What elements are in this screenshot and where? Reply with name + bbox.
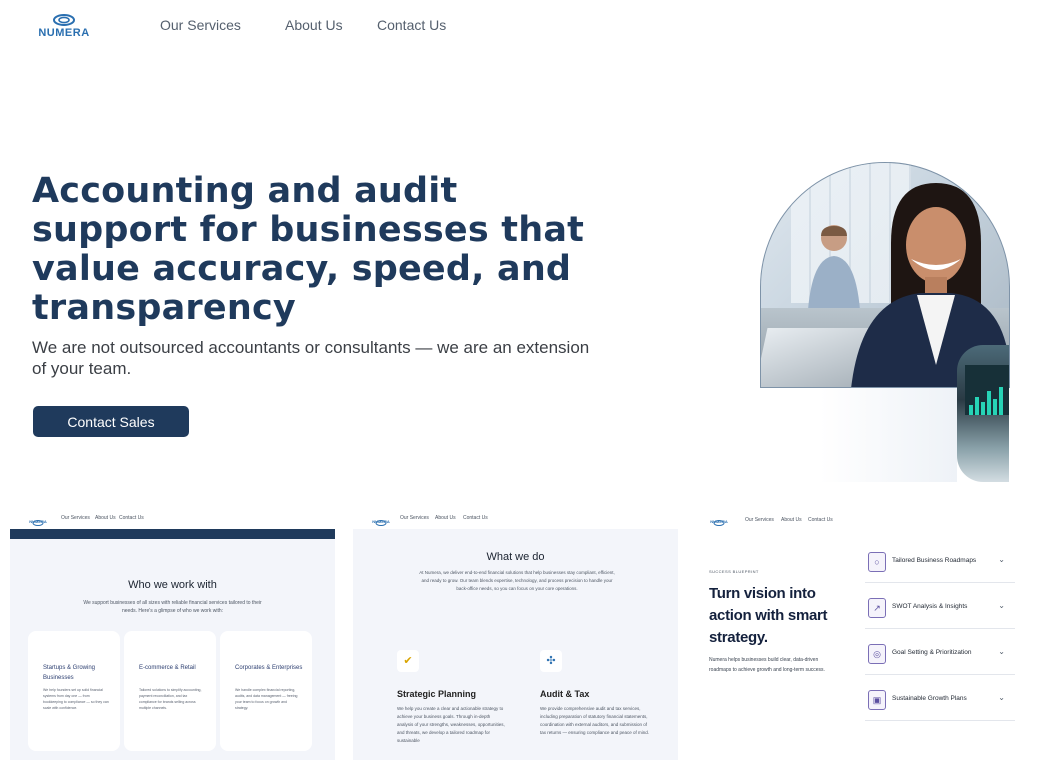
accordion-item[interactable]: ↗ SWOT Analysis & Insights ⌄ — [865, 589, 1015, 629]
preview-nav-link[interactable]: About Us — [95, 515, 116, 521]
top-nav: NUMERA Our Services About Us Contact Us — [0, 0, 1040, 55]
hero-dashboard-image — [957, 345, 1009, 482]
nav-about-us-link[interactable]: About Us — [285, 17, 343, 33]
page: NUMERA Our Services About Us Contact Us … — [0, 0, 1040, 768]
section-subtitle: Numera helps businesses build clear, dat… — [709, 657, 825, 673]
client-card-text: We handle complex financial reporting, a… — [235, 688, 298, 710]
preview-banner-strip — [10, 529, 335, 539]
preview-nav: NUMERA Our Services About Us Contact Us — [353, 505, 678, 529]
service-text: We provide comprehensive audit and tax s… — [540, 706, 650, 735]
preview-nav: NUMERA Our Services About Us Contact Us — [697, 505, 1022, 529]
nav-contact-us-link[interactable]: Contact Us — [377, 17, 446, 33]
preview-brand-name: NUMERA — [710, 519, 728, 524]
preview-nav-link[interactable]: Our Services — [400, 515, 429, 521]
preview-logo: NUMERA — [709, 513, 729, 526]
client-card-title: Corporates & Enterprises — [235, 665, 303, 671]
preview-what-we-do[interactable]: NUMERA Our Services About Us Contact Us … — [353, 505, 678, 760]
preview-brand-name: NUMERA — [372, 519, 390, 524]
hero-subtitle: We are not outsourced accountants or con… — [32, 338, 590, 378]
chevron-down-icon[interactable]: ⌄ — [998, 555, 1005, 564]
dashboard-bar — [999, 387, 1003, 415]
chart-icon: ↗ — [868, 598, 886, 618]
accordion-item-label: SWOT Analysis & Insights — [892, 603, 968, 610]
accordion-item[interactable]: ▣ Sustainable Growth Plans ⌄ — [865, 681, 1015, 721]
client-card[interactable]: E-commerce & Retail Tailored solutions t… — [124, 631, 216, 751]
section-title: Who we work with — [128, 579, 217, 591]
preview-nav-link[interactable]: Our Services — [745, 517, 774, 523]
dashboard-screen — [965, 365, 1009, 415]
chevron-down-icon[interactable]: ⌄ — [998, 693, 1005, 702]
preview-success-blueprint[interactable]: NUMERA Our Services About Us Contact Us … — [697, 505, 1022, 760]
preview-brand-name: NUMERA — [29, 519, 47, 524]
accordion-item[interactable]: ◎ Goal Setting & Prioritization ⌄ — [865, 635, 1015, 675]
preview-who-we-work-with[interactable]: NUMERA Our Services About Us Contact Us … — [10, 505, 335, 760]
client-card-title: Startups & Growing Businesses — [43, 665, 96, 681]
target-icon: ✔ — [397, 650, 419, 672]
accordion-item-label: Goal Setting & Prioritization — [892, 649, 972, 656]
section-title: Turn vision into action with smart strat… — [709, 585, 828, 646]
preview-nav-link[interactable]: Contact Us — [119, 515, 144, 521]
preview-nav-link[interactable]: Our Services — [61, 515, 90, 521]
hero-title: Accounting and audit support for busines… — [32, 171, 585, 328]
brand-logo[interactable]: NUMERA — [36, 14, 92, 40]
preview-nav-link[interactable]: Contact Us — [463, 515, 488, 521]
client-card[interactable]: Corporates & Enterprises We handle compl… — [220, 631, 312, 751]
dashboard-bar — [987, 391, 991, 415]
client-card-text: We help founders set up solid financial … — [43, 688, 109, 710]
accordion-item[interactable]: ○ Tailored Business Roadmaps ⌄ — [865, 543, 1015, 583]
lightbulb-icon: ○ — [868, 552, 886, 572]
audit-icon: ✣ — [540, 650, 562, 672]
service-text: We help you create a clear and actionabl… — [397, 706, 505, 743]
section-eyebrow: SUCCESS BLUEPRINT — [709, 569, 759, 574]
preview-nav-link[interactable]: Contact Us — [808, 517, 833, 523]
preview-logo: NUMERA — [371, 513, 391, 526]
section-title: What we do — [486, 551, 545, 563]
hero-image-shadow — [820, 388, 957, 482]
section-subtitle: We support businesses of all sizes with … — [83, 600, 262, 614]
dashboard-bar — [969, 405, 973, 415]
preview-nav-link[interactable]: About Us — [435, 515, 456, 521]
dashboard-bar — [993, 399, 997, 415]
contact-sales-button[interactable]: Contact Sales — [33, 406, 189, 437]
accordion-item-label: Sustainable Growth Plans — [892, 695, 967, 702]
target-icon: ◎ — [868, 644, 886, 664]
client-card[interactable]: Startups & Growing Businesses We help fo… — [28, 631, 120, 751]
accordion-item-label: Tailored Business Roadmaps — [892, 557, 977, 564]
preview-logo: NUMERA — [28, 513, 48, 526]
nav-our-services-link[interactable]: Our Services — [160, 17, 241, 33]
preview-nav-link[interactable]: About Us — [781, 517, 802, 523]
section-subtitle: At Numera, we deliver end-to-end financi… — [419, 570, 615, 591]
client-card-title: E-commerce & Retail — [139, 665, 196, 671]
dashboard-bar — [981, 402, 985, 415]
logo-mark-icon — [53, 14, 75, 26]
preview-nav: NUMERA Our Services About Us Contact Us — [10, 505, 335, 529]
dashboard-bar — [975, 397, 979, 415]
service-title: Audit & Tax — [540, 689, 590, 699]
growth-icon: ▣ — [868, 690, 886, 710]
brand-name: NUMERA — [38, 27, 90, 39]
service-title: Strategic Planning — [397, 689, 477, 699]
client-card-text: Tailored solutions to simplify accountin… — [139, 688, 202, 710]
chevron-down-icon[interactable]: ⌄ — [998, 601, 1005, 610]
chevron-down-icon[interactable]: ⌄ — [998, 647, 1005, 656]
